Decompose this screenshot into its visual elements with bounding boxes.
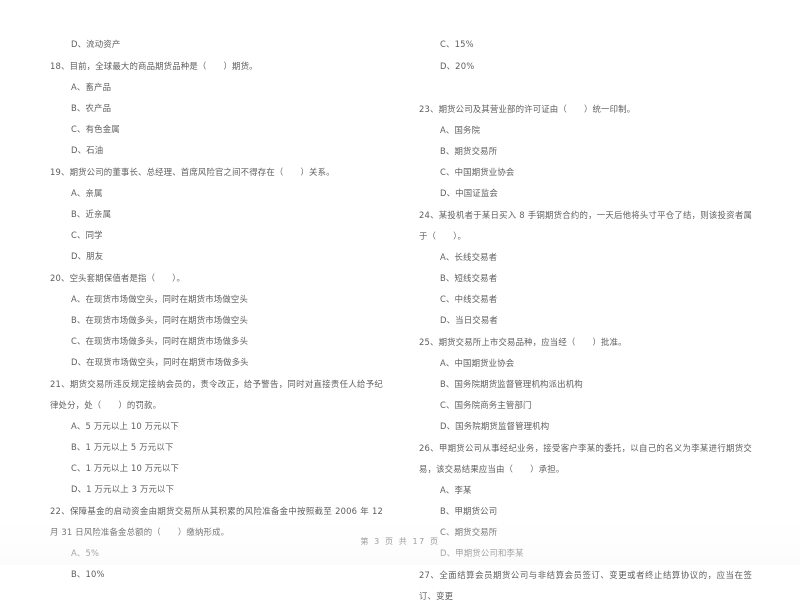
answer-option[interactable]: D、国务院期货监督管理机构: [419, 416, 752, 437]
left-column: D、流动资产 18、目前，全球最大的商品期货品种是（ ）期货。 A、畜产品 B、农产品…: [50, 34, 383, 586]
question-stem: 21、期货交易所违反规定接纳会员的，责令改正，给予警告，同时对直接责任人给予纪律…: [50, 379, 383, 410]
answer-option[interactable]: C、中线交易者: [419, 289, 752, 310]
answer-option[interactable]: C、有色金属: [50, 119, 383, 140]
answer-option[interactable]: A、中国期货业协会: [419, 353, 752, 374]
answer-option[interactable]: B、农产品: [50, 98, 383, 119]
answer-option[interactable]: D、当日交易者: [419, 310, 752, 331]
question-block: 20、空头套期保值者是指（ ）。 A、在现货市场做空头，同时在期货市场做空头 B、在…: [50, 268, 383, 373]
answer-option[interactable]: D、石油: [50, 140, 383, 161]
question-block: 25、期货交易所上市交易品种，应当经（ ）批准。 A、中国期货业协会 B、国务院期货…: [419, 332, 752, 437]
answer-option[interactable]: A、国务院: [419, 120, 752, 141]
answer-option[interactable]: D、中国证监会: [419, 183, 752, 204]
answer-option[interactable]: A、长线交易者: [419, 247, 752, 268]
answer-option[interactable]: C、1 万元以上 10 万元以下: [50, 458, 383, 479]
answer-option[interactable]: B、近亲属: [50, 204, 383, 225]
two-column-layout: D、流动资产 18、目前，全球最大的商品期货品种是（ ）期货。 A、畜产品 B、农产品…: [50, 34, 752, 608]
answer-option[interactable]: A、亲属: [50, 183, 383, 204]
answer-option[interactable]: C、国务院商务主管部门: [419, 395, 752, 416]
question-stem: 26、甲期货公司从事经纪业务，接受客户李某的委托，以自己的名义为李某进行期货交易…: [419, 443, 752, 474]
answer-option[interactable]: B、在现货市场做多头，同时在期货市场做空头: [50, 310, 383, 331]
orphan-option-block: D、流动资产: [50, 34, 383, 55]
answer-option[interactable]: B、短线交易者: [419, 268, 752, 289]
answer-option[interactable]: D、朋友: [50, 246, 383, 267]
question-stem: 19、期货公司的董事长、总经理、首席风险官之间不得存在（ ）关系。: [50, 167, 335, 177]
page-footer: 第 3 页 共 17 页: [360, 537, 440, 546]
answer-option[interactable]: B、甲期货公司: [419, 501, 752, 522]
answer-option[interactable]: A、畜产品: [50, 77, 383, 98]
answer-option[interactable]: C、中国期货业协会: [419, 162, 752, 183]
question-stem: 24、某投机者于某日买入 8 手铜期货合约的，一天后他将头寸平仓了结，则该投资者…: [419, 210, 752, 241]
answer-option[interactable]: C、同学: [50, 225, 383, 246]
answer-option[interactable]: C、15%: [419, 34, 752, 55]
answer-option[interactable]: B、1 万元以上 5 万元以下: [50, 437, 383, 458]
question-block: 27、全面结算会员期货公司与非结算会员签订、变更或者终止结算协议的，应当在签订、…: [419, 565, 752, 607]
right-column: C、15% D、20% 23、期货公司及其营业部的许可证由（ ）统一印制。 A、国务院…: [419, 34, 752, 608]
answer-option[interactable]: B、国务院期货监督管理机构派出机构: [419, 374, 752, 395]
answer-option[interactable]: A、5 万元以上 10 万元以下: [50, 416, 383, 437]
answer-option[interactable]: A、李某: [419, 480, 752, 501]
question-stem: 18、目前，全球最大的商品期货品种是（ ）期货。: [50, 61, 258, 71]
question-stem: 23、期货公司及其营业部的许可证由（ ）统一印制。: [419, 104, 636, 114]
exam-page: D、流动资产 18、目前，全球最大的商品期货品种是（ ）期货。 A、畜产品 B、农产品…: [0, 0, 800, 601]
answer-option[interactable]: C、在现货市场做多头，同时在期货市场做多头: [50, 331, 383, 352]
answer-option[interactable]: B、10%: [50, 564, 383, 585]
answer-option[interactable]: D、流动资产: [50, 34, 383, 55]
answer-option[interactable]: D、在现货市场做空头，同时在期货市场做多头: [50, 352, 383, 373]
question-block: 24、某投机者于某日买入 8 手铜期货合约的，一天后他将头寸平仓了结，则该投资者…: [419, 205, 752, 331]
answer-option[interactable]: D、20%: [419, 56, 752, 77]
question-block: 18、目前，全球最大的商品期货品种是（ ）期货。 A、畜产品 B、农产品 C、有色金属…: [50, 56, 383, 161]
answer-option[interactable]: A、在现货市场做空头，同时在期货市场做空头: [50, 289, 383, 310]
question-stem: 25、期货交易所上市交易品种，应当经（ ）批准。: [419, 337, 627, 347]
question-block: 19、期货公司的董事长、总经理、首席风险官之间不得存在（ ）关系。 A、亲属 B、近…: [50, 162, 383, 267]
orphan-option-block: C、15%: [419, 34, 752, 55]
question-block: 21、期货交易所违反规定接纳会员的，责令改正，给予警告，同时对直接责任人给予纪律…: [50, 374, 383, 500]
question-stem: 27、全面结算会员期货公司与非结算会员签订、变更或者终止结算协议的，应当在签订、…: [419, 570, 752, 601]
orphan-option-block: D、20%: [419, 56, 752, 77]
answer-option[interactable]: B、期货交易所: [419, 141, 752, 162]
answer-option[interactable]: D、1 万元以上 3 万元以下: [50, 479, 383, 500]
question-stem: 20、空头套期保值者是指（ ）。: [50, 273, 186, 283]
question-block: 23、期货公司及其营业部的许可证由（ ）统一印制。 A、国务院 B、期货交易所 C、中…: [419, 99, 752, 204]
